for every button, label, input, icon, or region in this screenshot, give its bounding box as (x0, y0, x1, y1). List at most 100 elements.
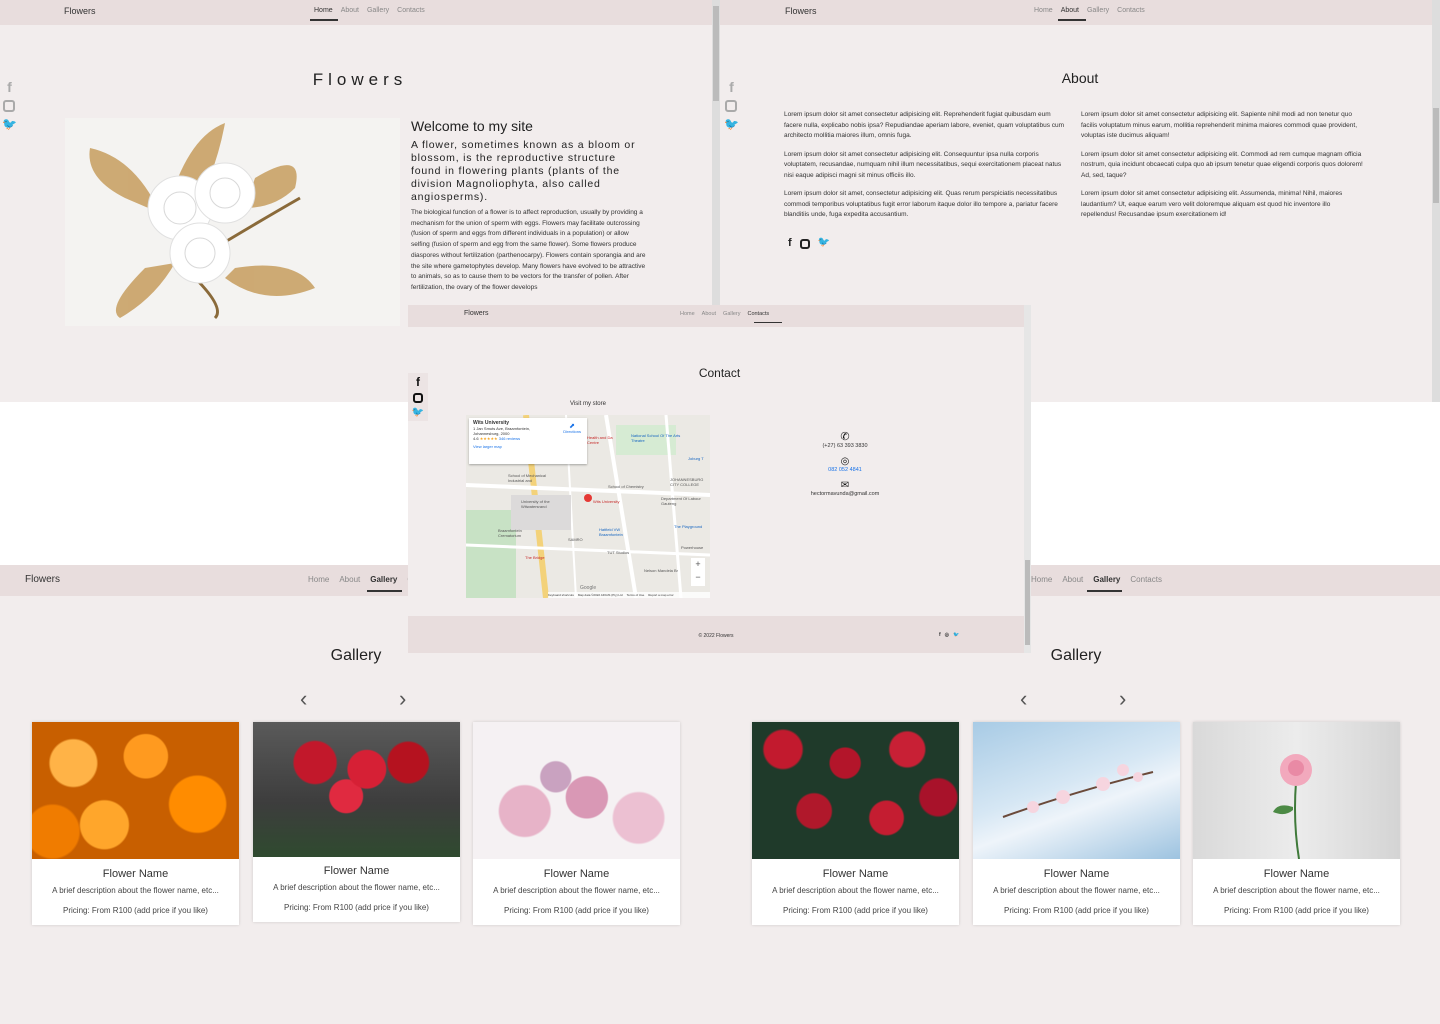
nav-home[interactable]: Home (680, 311, 695, 317)
instagram-icon[interactable] (725, 100, 738, 112)
carousel-next-arrow[interactable]: › (1119, 688, 1126, 710)
about-paragraph: Lorem ipsum dolor sit amet, consectetur … (784, 190, 1058, 218)
flower-image (1193, 722, 1400, 860)
footer-social: f ◎ 🐦 (939, 632, 959, 638)
map-rating: 4.6 (473, 436, 479, 441)
card-title: Flower Name (1043, 868, 1110, 880)
nav-gallery[interactable]: Gallery (367, 7, 389, 14)
flower-card[interactable]: Flower Name A brief description about th… (32, 722, 239, 925)
card-description: A brief description about the flower nam… (1213, 886, 1380, 895)
carousel-next-arrow[interactable]: › (399, 688, 406, 710)
map-stars: ★★★★★ (479, 436, 498, 441)
about-paragraph: Lorem ipsum dolor sit amet consectetur a… (1081, 111, 1358, 139)
instagram-icon[interactable] (799, 239, 810, 249)
nav-about[interactable]: About (1062, 575, 1083, 584)
card-price: Pricing: From R100 (add price if you lik… (63, 906, 208, 915)
instagram-icon[interactable] (3, 100, 16, 112)
nav-home[interactable]: Home (314, 7, 333, 14)
card-title: Flower Name (1263, 868, 1330, 880)
welcome-heading: Welcome to my site (411, 118, 533, 134)
contact-details: ✆ (+27) 63 393 3830 ◎ 082 052 4841 ✉ hec… (778, 430, 912, 497)
social-sidebar: f 🐦 (408, 373, 428, 421)
brand-logo[interactable]: Flowers (464, 310, 489, 317)
home-navbar: Flowers Home About Gallery Contacts (0, 0, 720, 25)
instagram-icon[interactable]: ◎ (945, 632, 949, 638)
nav-home[interactable]: Home (1034, 7, 1053, 14)
nav-contacts[interactable]: Contacts (747, 311, 769, 317)
map-larger-link[interactable]: View larger map (473, 444, 583, 449)
card-title: Flower Name (822, 868, 889, 880)
nav-contacts[interactable]: Contacts (1130, 575, 1162, 584)
card-title: Flower Name (102, 868, 169, 880)
phone-icon: ✆ (840, 431, 850, 443)
email-address[interactable]: hectormavunda@gmail.com (778, 491, 912, 497)
facebook-icon[interactable]: f (788, 237, 792, 249)
facebook-icon[interactable]: f (939, 632, 941, 638)
twitter-icon[interactable]: 🐦 (412, 408, 424, 418)
map-reviews[interactable]: 346 reviews (499, 436, 520, 441)
carousel-prev-arrow[interactable]: ‹ (300, 688, 307, 710)
nav-about[interactable]: About (1061, 7, 1079, 14)
nav-gallery[interactable]: Gallery (1087, 7, 1109, 14)
flower-image (253, 722, 460, 857)
twitter-icon[interactable]: 🐦 (953, 632, 959, 638)
nav-home[interactable]: Home (1031, 575, 1052, 584)
nav-contacts[interactable]: Contacts (397, 7, 425, 14)
about-navbar: Flowers Home About Gallery Contacts (720, 0, 1440, 25)
card-description: A brief description about the flower nam… (772, 886, 939, 895)
flower-card[interactable]: Flower Name A brief description about th… (253, 722, 460, 922)
card-title: Flower Name (323, 865, 390, 877)
store-map[interactable]: Wits University 1 Jan Smuts Ave, Braamfo… (466, 415, 710, 598)
about-paragraph: Lorem ipsum dolor sit amet consectetur a… (784, 111, 1065, 139)
card-description: A brief description about the flower nam… (993, 886, 1160, 895)
map-footer: Keyboard shortcuts Map data ©2022 AfriGI… (548, 592, 710, 598)
nav-about[interactable]: About (702, 311, 716, 317)
scrollbar[interactable] (1024, 305, 1031, 653)
instagram-icon[interactable] (413, 393, 423, 403)
nav-gallery[interactable]: Gallery (370, 575, 397, 584)
flower-card[interactable]: Flower Name A brief description about th… (1193, 722, 1400, 925)
about-paragraph: Lorem ipsum dolor sit amet consectetur a… (1081, 190, 1343, 218)
flower-card[interactable]: Flower Name A brief description about th… (752, 722, 959, 925)
contact-navbar: Flowers Home About Gallery Contacts (408, 305, 1024, 327)
whatsapp-number[interactable]: 082 052 4841 (778, 467, 912, 473)
hero-image (65, 118, 400, 326)
card-price: Pricing: From R100 (add price if you lik… (504, 906, 649, 915)
nav-contacts[interactable]: Contacts (1117, 7, 1145, 14)
nav-gallery[interactable]: Gallery (1093, 575, 1120, 584)
brand-logo[interactable]: Flowers (785, 6, 817, 16)
flower-card[interactable]: Flower Name A brief description about th… (473, 722, 680, 925)
flower-image (473, 722, 680, 859)
about-paragraph: Lorem ipsum dolor sit amet consectetur a… (784, 150, 1062, 179)
brand-logo[interactable]: Flowers (64, 6, 96, 16)
contact-panel: Flowers Home About Gallery Contacts f 🐦 … (408, 305, 1031, 653)
card-price: Pricing: From R100 (add price if you lik… (1224, 906, 1369, 915)
card-description: A brief description about the flower nam… (273, 883, 440, 892)
nav-about[interactable]: About (341, 7, 359, 14)
visit-store-label: Visit my store (570, 401, 606, 407)
card-description: A brief description about the flower nam… (52, 886, 219, 895)
twitter-icon[interactable]: 🐦 (818, 237, 830, 249)
map-address: 1 Jan Smuts Ave, Braamfontein, Johannesb… (473, 426, 531, 436)
carousel-prev-arrow[interactable]: ‹ (1020, 688, 1027, 710)
nav-home[interactable]: Home (308, 575, 329, 584)
flower-image (973, 722, 1180, 859)
phone-number[interactable]: (+27) 63 393 3830 (778, 443, 912, 449)
contact-footer: © 2022 Flowers f ◎ 🐦 (408, 616, 1024, 653)
flower-card[interactable]: Flower Name A brief description about th… (973, 722, 1180, 925)
scrollbar[interactable] (1432, 0, 1440, 402)
map-directions[interactable]: ⬈ Directions (563, 423, 581, 434)
about-paragraph: Lorem ipsum dolor sit amet consectetur a… (1081, 150, 1363, 179)
map-zoom-controls[interactable]: + − (691, 558, 705, 586)
map-info-card: Wits University 1 Jan Smuts Ave, Braamfo… (469, 418, 587, 464)
card-price: Pricing: From R100 (add price if you lik… (1004, 906, 1149, 915)
brand-logo[interactable]: Flowers (25, 574, 60, 585)
welcome-lead: A flower, sometimes known as a bloom or … (411, 139, 636, 203)
card-description: A brief description about the flower nam… (493, 886, 660, 895)
nav-about[interactable]: About (339, 575, 360, 584)
card-title: Flower Name (543, 868, 610, 880)
twitter-icon[interactable]: 🐦 (724, 118, 739, 130)
twitter-icon[interactable]: 🐦 (2, 118, 17, 130)
nav-gallery[interactable]: Gallery (723, 311, 740, 317)
page-title: Flowers (312, 70, 408, 89)
